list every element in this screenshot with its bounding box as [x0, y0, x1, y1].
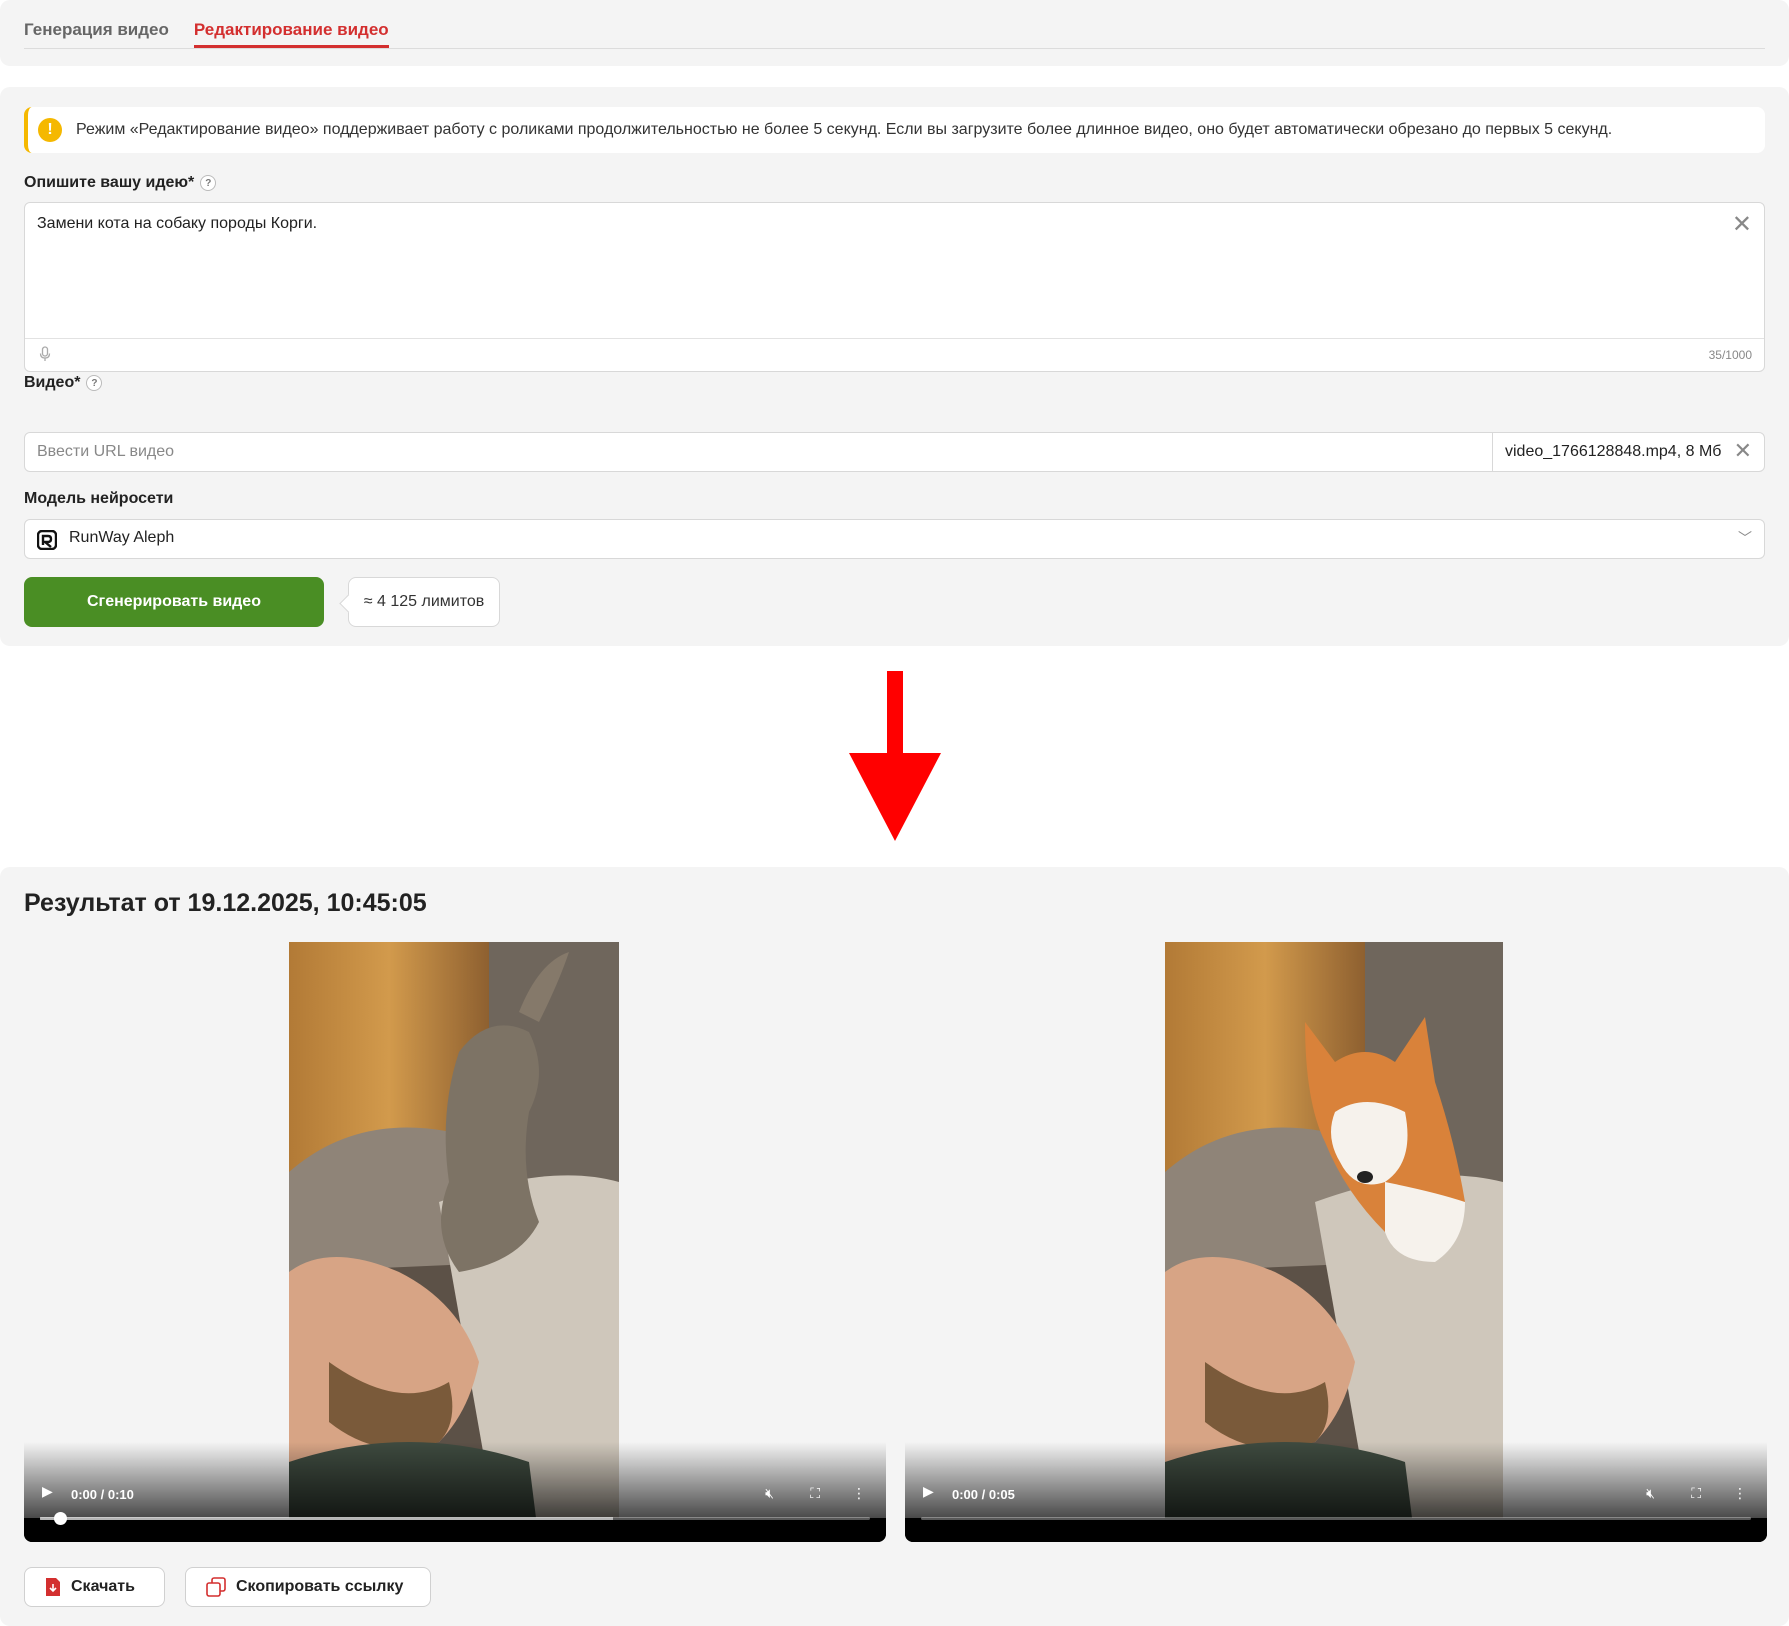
generate-video-button[interactable]: Сгенерировать видео — [24, 577, 324, 627]
copy-icon — [206, 1577, 226, 1597]
model-selected: RunWay Aleph — [69, 529, 175, 546]
original-video-player[interactable]: ▶ 0:00 / 0:10 🔇︎ ⛶ ⋮ — [24, 942, 886, 1542]
tab-video-generation[interactable]: Генерация видео — [24, 18, 169, 47]
tab-video-editing[interactable]: Редактирование видео — [193, 18, 389, 48]
remove-file-icon[interactable]: ✕ — [1734, 440, 1752, 462]
idea-footer: 35/1000 — [25, 338, 1764, 371]
idea-label-text: Опишите вашу идею* — [24, 174, 195, 191]
fullscreen-icon[interactable]: ⛶ — [1691, 1485, 1701, 1502]
character-counter: 35/1000 — [1708, 348, 1752, 362]
copy-link-label: Скопировать ссылку — [236, 1578, 404, 1595]
video-input-row: Ввести URL видео video_1766128848.mp4, 8… — [24, 432, 1765, 472]
result-title: Результат от 19.12.2025, 10:45:05 — [24, 889, 427, 917]
player-bottom-bar — [24, 1518, 886, 1542]
model-select[interactable]: RunWay Aleph ﹀ — [24, 519, 1765, 559]
clear-icon[interactable]: ✕ — [1732, 213, 1752, 237]
help-icon[interactable]: ? — [86, 375, 103, 391]
buffered-bar — [40, 1517, 613, 1520]
video-time: 0:00 / 0:10 — [71, 1487, 134, 1502]
fullscreen-icon[interactable]: ⛶ — [810, 1485, 820, 1502]
runway-logo-icon — [37, 530, 57, 550]
video-file-name: video_1766128848.mp4, 8 Мб — [1505, 443, 1722, 460]
progress-bar[interactable] — [40, 1512, 870, 1525]
download-file-icon — [46, 1578, 60, 1596]
info-notice: ! Режим «Редактирование видео» поддержив… — [24, 107, 1765, 153]
idea-textarea[interactable]: Замени кота на собаку породы Корги. ✕ 35… — [24, 202, 1765, 372]
help-icon[interactable]: ? — [200, 175, 217, 191]
uploaded-video-file: video_1766128848.mp4, 8 Мб ✕ — [1492, 433, 1764, 471]
mute-icon[interactable]: 🔇︎ — [1646, 1485, 1655, 1502]
edit-form-panel: ! Режим «Редактирование видео» поддержив… — [0, 87, 1789, 646]
more-options-icon[interactable]: ⋮ — [1733, 1485, 1747, 1502]
copy-link-button[interactable]: Скопировать ссылку — [185, 1567, 431, 1607]
mute-icon[interactable]: 🔇︎ — [765, 1485, 774, 1502]
more-options-icon[interactable]: ⋮ — [852, 1485, 866, 1502]
download-label: Скачать — [71, 1578, 135, 1595]
limits-badge: ≈ 4 125 лимитов — [348, 577, 500, 627]
arrow-down-icon — [849, 671, 941, 841]
result-panel: Результат от 19.12.2025, 10:45:05 ▶ 0:00… — [0, 867, 1789, 1626]
video-url-input[interactable]: Ввести URL видео — [37, 443, 174, 461]
notice-text: Режим «Редактирование видео» поддерживае… — [76, 121, 1613, 138]
progress-bar[interactable] — [921, 1517, 1751, 1520]
play-icon[interactable]: ▶ — [923, 1483, 934, 1500]
microphone-icon[interactable] — [39, 346, 51, 362]
model-label: Модель нейросети — [24, 490, 174, 507]
play-icon[interactable]: ▶ — [42, 1483, 53, 1500]
idea-label: Опишите вашу идею* ? — [24, 174, 217, 192]
video-label: Видео* ? — [24, 374, 103, 392]
player-bottom-bar — [905, 1518, 1767, 1542]
chevron-down-icon[interactable]: ﹀ — [1738, 528, 1752, 548]
download-button[interactable]: Скачать — [24, 1567, 165, 1607]
tabs-panel: Генерация видео Редактирование видео — [0, 0, 1789, 66]
result-video-player[interactable]: ▶ 0:00 / 0:05 🔇︎ ⛶ ⋮ — [905, 942, 1767, 1542]
video-time: 0:00 / 0:05 — [952, 1487, 1015, 1502]
video-label-text: Видео* — [24, 374, 81, 391]
progress-knob[interactable] — [54, 1512, 67, 1525]
warning-icon: ! — [38, 118, 62, 142]
tab-bar: Генерация видео Редактирование видео — [24, 18, 1765, 49]
idea-text[interactable]: Замени кота на собаку породы Корги. — [37, 215, 317, 233]
